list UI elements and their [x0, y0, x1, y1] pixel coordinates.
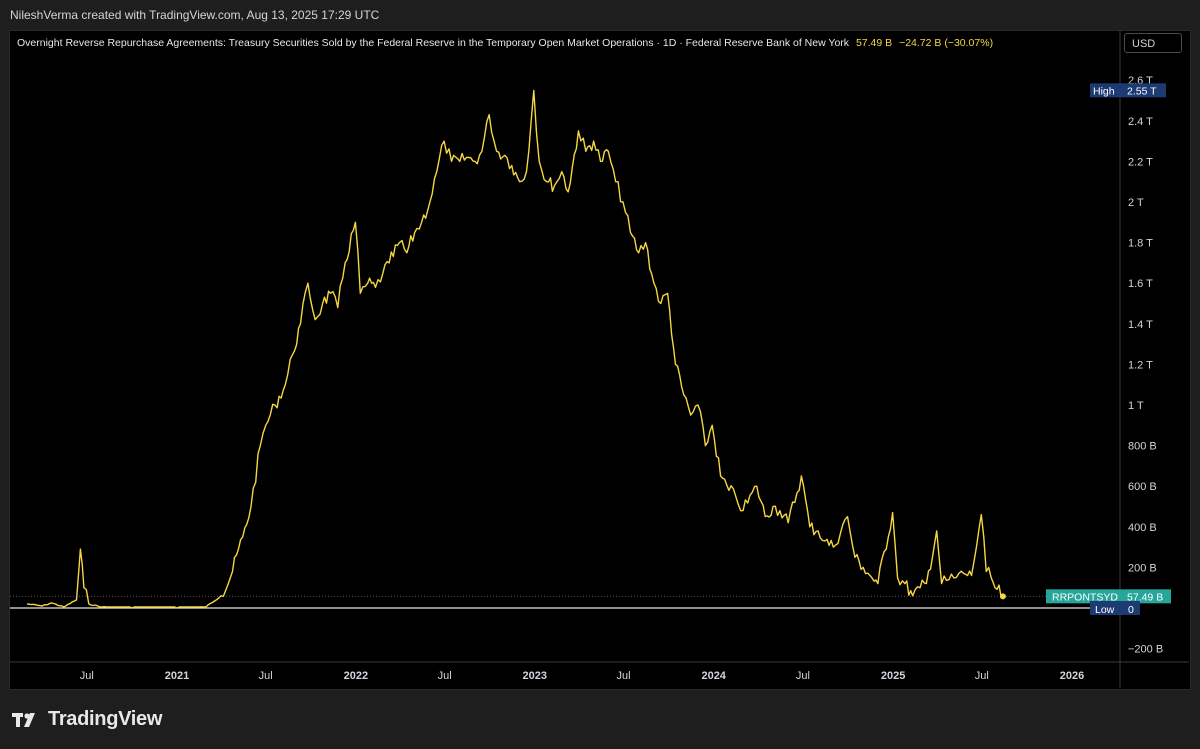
y-tick-label: 600 B — [1128, 481, 1157, 493]
tradingview-logo-icon — [12, 712, 35, 727]
y-tick-label: 1.4 T — [1128, 319, 1153, 331]
x-tick-label: 2022 — [344, 670, 368, 682]
series-title: Overnight Reverse Repurchase Agreements:… — [17, 37, 850, 49]
change-value: −24.72 B (−30.07%) — [899, 37, 994, 49]
x-tick-label: Jul — [975, 670, 989, 682]
y-tick-label: 800 B — [1128, 441, 1157, 453]
currency-button[interactable]: USD — [1124, 33, 1182, 53]
last-point-marker[interactable] — [999, 593, 1006, 600]
y-tick-label: 2.2 T — [1128, 156, 1153, 168]
x-tick-label: Jul — [438, 670, 452, 682]
x-tick-label: Jul — [796, 670, 810, 682]
low-label: Low — [1095, 604, 1115, 616]
y-tick-label: 200 B — [1128, 562, 1157, 574]
last-value: 57.49 B — [855, 37, 893, 49]
x-tick-label: 2024 — [701, 670, 726, 682]
tradingview-logo[interactable]: TradingView — [12, 708, 162, 731]
y-tick-label: 400 B — [1128, 522, 1157, 534]
x-tick-label: Jul — [80, 670, 94, 682]
x-tick-label: 2021 — [165, 670, 189, 682]
series-legend[interactable]: Overnight Reverse Repurchase Agreements:… — [17, 37, 993, 49]
x-tick-label: 2023 — [523, 670, 547, 682]
high-label: High — [1093, 85, 1115, 97]
high-value-label: 2.55 T — [1127, 85, 1157, 97]
x-tick-label: Jul — [616, 670, 630, 682]
y-tick-label: 1.6 T — [1128, 278, 1153, 290]
tradingview-logo-text: TradingView — [48, 708, 163, 730]
low-value-label: 0 — [1128, 604, 1134, 616]
x-tick-label: 2026 — [1060, 670, 1084, 682]
y-tick-label: 2.4 T — [1128, 116, 1153, 128]
footer — [0, 690, 1200, 749]
y-tick-label: 1 T — [1128, 400, 1144, 412]
y-tick-label: 1.8 T — [1128, 238, 1153, 250]
x-tick-label: 2025 — [881, 670, 905, 682]
y-tick-label: 2 T — [1128, 197, 1144, 209]
y-tick-label: 1.2 T — [1128, 359, 1153, 371]
series-line[interactable] — [26, 89, 1004, 609]
y-tick-label: −200 B — [1128, 644, 1163, 656]
price-chart[interactable]: 2.6 T2.4 T2.2 T2 T1.8 T1.6 T1.4 T1.2 T1 … — [0, 0, 1200, 749]
x-tick-label: Jul — [259, 670, 273, 682]
